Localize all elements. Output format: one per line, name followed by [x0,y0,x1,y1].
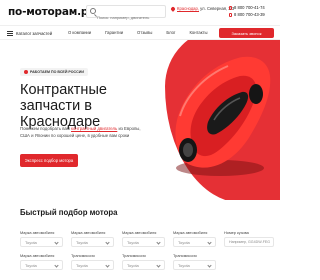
hero-title: Контрактные запчасти в Краснодаре [20,82,107,130]
location[interactable]: Краснодар, ул. Северная, 3/3 [170,6,234,12]
nav-link-reviews[interactable]: Отзывы [137,30,152,35]
chevron-down-icon [54,240,59,245]
quick-pick-title: Быстрый подбор мотора [20,208,118,217]
catalog-button[interactable]: Каталог запчастей [5,28,53,38]
chevron-down-icon [207,263,212,268]
site-logo[interactable]: по-моторам.рф [8,6,99,18]
phone-list: 8 800 700-41-74 8 800 700-43-39 [229,4,265,18]
field-label-make: Марка автомобиля [20,230,55,235]
field-label-transmission: Трансмиссия [122,253,146,258]
hero-desc-part1: Поможем подобрать вам [20,126,72,131]
select-make-4[interactable]: Toyota [173,237,216,247]
chevron-down-icon [156,263,161,268]
search-input[interactable] [87,12,153,23]
nav-link-blog[interactable]: Блог [166,30,175,35]
select-make-2[interactable]: Toyota [71,237,114,247]
phone-icon [229,13,232,17]
phone-icon [229,6,232,10]
main-nav: Каталог запчастей О компании Гарантии От… [0,25,280,40]
field-label-make: Марка автомобиля [20,253,55,258]
chevron-down-icon [207,240,212,245]
chevron-down-icon [105,240,110,245]
select-transmission-3[interactable]: Toyota [173,260,216,270]
hero-section: РАБОТАЕМ ПО ВСЕЙ РОССИИ Контрактные запч… [0,40,280,200]
phone-1[interactable]: 8 800 700-41-74 [229,4,265,11]
engine-link[interactable]: контрактный двигатель [71,126,117,131]
location-city[interactable]: Краснодар, [177,6,199,11]
chevron-down-icon [156,240,161,245]
express-pick-button[interactable]: Экспресс подбор мотора [20,154,78,167]
badge-russia: РАБОТАЕМ ПО ВСЕЙ РОССИИ [20,68,88,76]
callback-button[interactable]: Заказать звонок [219,28,274,38]
select-make-3[interactable]: Toyota [122,237,165,247]
nav-link-guarantees[interactable]: Гарантии [105,30,123,35]
select-make-1[interactable]: Toyota [20,237,63,247]
nav-link-contacts[interactable]: Контакты [189,30,207,35]
field-label-make: Марка автомобиля [173,230,208,235]
site-header: по-моторам.рф Краснодар, ул. Северная, 3… [0,0,280,26]
select-transmission-2[interactable]: Toyota [122,260,165,270]
search-box[interactable] [86,5,166,23]
burger-icon [7,30,13,36]
phone-2[interactable]: 8 800 700-43-39 [229,11,265,18]
select-transmission-1[interactable]: Toyota [71,260,114,270]
car-image [175,56,271,176]
body-number-input[interactable]: Например, GG4DW-FEG [224,237,274,247]
pin-icon [170,6,176,12]
nav-link-about[interactable]: О компании [68,30,91,35]
field-label-transmission: Трансмиссия [173,253,197,258]
chevron-down-icon [105,263,110,268]
field-label-make: Марка автомобиля [122,230,157,235]
hero-description: Поможем подобрать вам контрактный двигат… [20,126,150,139]
nav-links: О компании Гарантии Отзывы Блог Контакты [68,30,222,35]
search-icon[interactable] [90,8,96,14]
badge-dot-icon [24,70,28,74]
badge-label: РАБОТАЕМ ПО ВСЕЙ РОССИИ [30,70,84,74]
field-label-transmission: Трансмиссия [71,253,95,258]
field-label-body-number: Номер кузова [224,230,249,235]
select-make-5[interactable]: Toyota [20,260,63,270]
chevron-down-icon [54,263,59,268]
catalog-label: Каталог запчастей [16,30,53,36]
field-label-make: Марка автомобиля [71,230,106,235]
